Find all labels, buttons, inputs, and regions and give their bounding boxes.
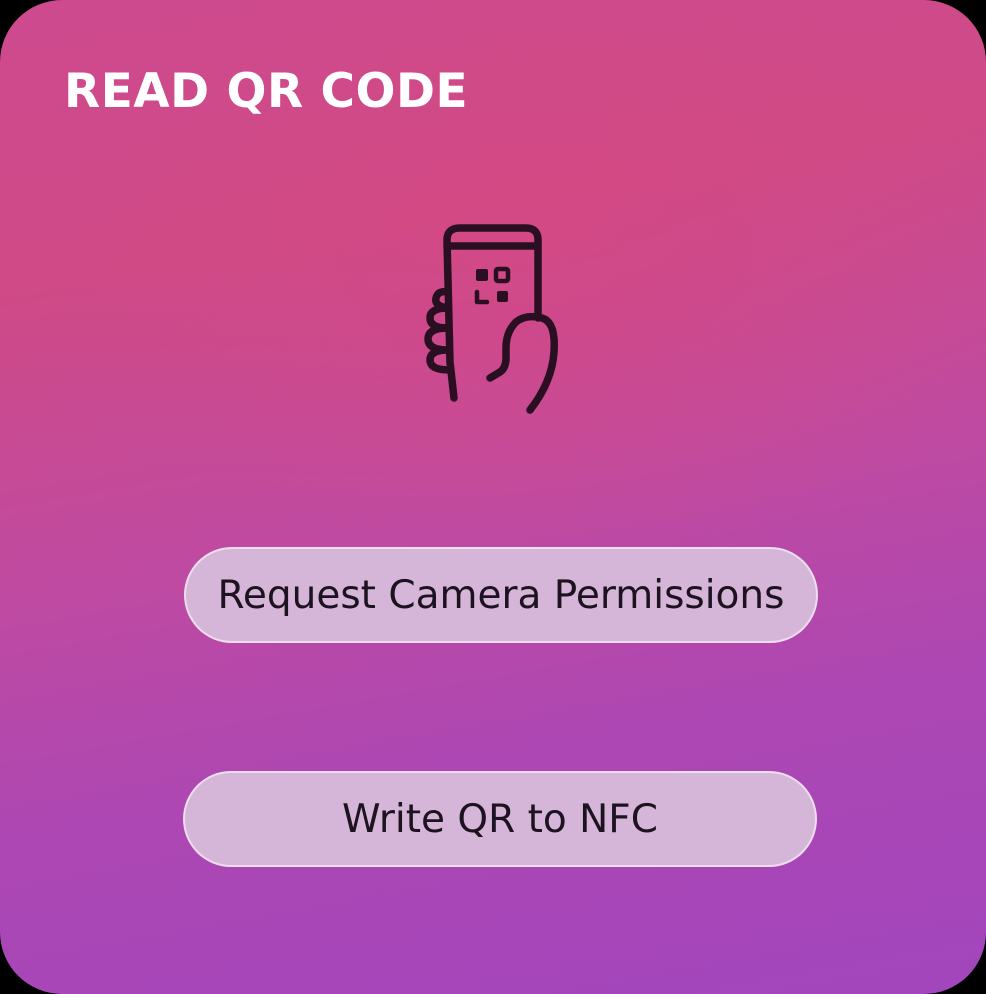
write-qr-to-nfc-button[interactable]: Write QR to NFC <box>183 771 817 867</box>
hand-holding-phone-qr-icon <box>424 224 558 414</box>
request-camera-permissions-button[interactable]: Request Camera Permissions <box>184 547 818 643</box>
request-camera-permissions-label: Request Camera Permissions <box>217 572 785 618</box>
write-qr-to-nfc-label: Write QR to NFC <box>342 796 658 842</box>
read-qr-card: READ QR CODE Request Camera Permissions … <box>0 0 986 994</box>
page-title: READ QR CODE <box>64 64 469 119</box>
